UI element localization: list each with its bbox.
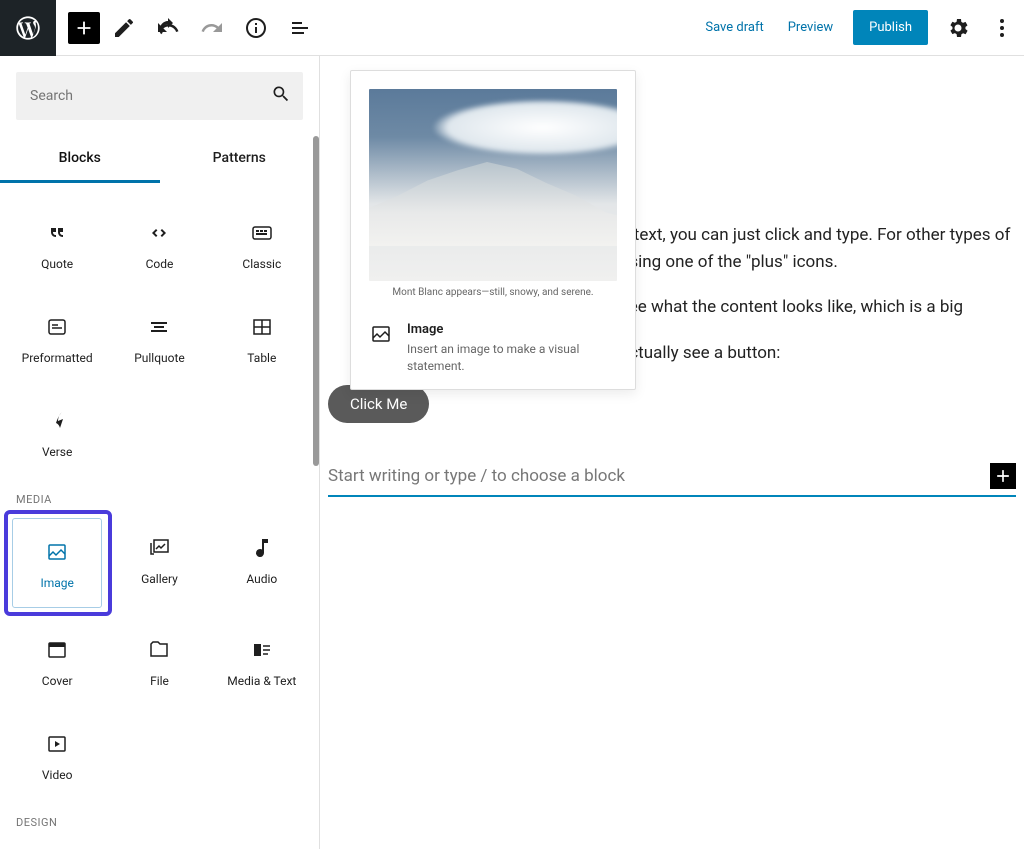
block-label: Verse: [42, 445, 72, 459]
category-design: DESIGN: [8, 800, 311, 837]
block-preformatted[interactable]: Preformatted: [8, 293, 106, 383]
file-icon: [147, 634, 171, 666]
inserter-tabs: Blocks Patterns: [0, 136, 319, 183]
block-label: File: [150, 674, 169, 688]
classic-icon: [250, 217, 274, 249]
publish-button[interactable]: Publish: [853, 10, 928, 45]
preview-button[interactable]: Preview: [776, 12, 845, 43]
block-label: Code: [146, 257, 174, 271]
block-label: Image: [40, 576, 73, 590]
verse-icon: [45, 405, 69, 437]
redo-button[interactable]: [192, 8, 232, 48]
gallery-icon: [147, 532, 171, 564]
cover-icon: [45, 634, 69, 666]
block-label: Media & Text: [227, 674, 296, 688]
video-icon: [45, 728, 69, 760]
blocks-scroll[interactable]: Quote Code Classic Preformatted Pullquot…: [0, 183, 319, 849]
search-icon: [271, 84, 291, 108]
block-label: Audio: [246, 572, 277, 586]
wordpress-logo[interactable]: [0, 0, 56, 56]
block-label: Preformatted: [22, 351, 93, 365]
editor-toolbar: Save draft Preview Publish: [0, 0, 1024, 56]
audio-icon: [250, 532, 274, 564]
edit-tool-button[interactable]: [104, 8, 144, 48]
image-icon: [45, 536, 69, 568]
block-table[interactable]: Table: [213, 293, 311, 383]
media-text-icon: [250, 634, 274, 666]
block-label: Classic: [242, 257, 281, 271]
settings-button[interactable]: [938, 8, 978, 48]
outline-button[interactable]: [280, 8, 320, 48]
preview-caption: Mont Blanc appears—still, snowy, and ser…: [369, 287, 617, 298]
preview-title: Image: [407, 322, 617, 337]
block-verse[interactable]: Verse: [8, 387, 106, 477]
paragraph-text: actually see a button:: [620, 343, 780, 363]
block-code[interactable]: Code: [110, 199, 208, 289]
category-media: MEDIA: [8, 477, 311, 514]
block-label: Video: [42, 768, 73, 782]
block-label: Table: [247, 351, 276, 365]
scrollbar[interactable]: [313, 136, 319, 849]
toggle-inserter-button[interactable]: [68, 12, 100, 44]
more-options-button[interactable]: [982, 8, 1022, 48]
quote-icon: [45, 217, 69, 249]
block-media-text[interactable]: Media & Text: [213, 616, 311, 706]
block-image[interactable]: Image: [12, 518, 102, 608]
block-pullquote[interactable]: Pullquote: [110, 293, 208, 383]
undo-button[interactable]: [148, 8, 188, 48]
inline-inserter-button[interactable]: [990, 463, 1016, 489]
save-draft-button[interactable]: Save draft: [693, 12, 775, 43]
block-label: Gallery: [141, 572, 178, 586]
paragraph-text: see what the content looks like, which i…: [620, 297, 963, 317]
block-label: Cover: [42, 674, 73, 688]
info-button[interactable]: [236, 8, 276, 48]
block-inserter-panel: Blocks Patterns Quote Code Classic: [0, 56, 320, 849]
tab-blocks[interactable]: Blocks: [0, 136, 160, 183]
block-audio[interactable]: Audio: [213, 514, 311, 604]
code-icon: [147, 217, 171, 249]
preview-image: [369, 89, 617, 281]
image-icon: [369, 322, 393, 346]
block-quote[interactable]: Quote: [8, 199, 106, 289]
block-classic[interactable]: Classic: [213, 199, 311, 289]
block-cover[interactable]: Cover: [8, 616, 106, 706]
block-gallery[interactable]: Gallery: [110, 514, 208, 604]
pullquote-icon: [147, 311, 171, 343]
block-search-input[interactable]: [16, 72, 303, 120]
empty-block-placeholder[interactable]: Start writing or type / to choose a bloc…: [328, 463, 1016, 497]
block-label: Quote: [41, 257, 73, 271]
preview-description: Insert an image to make a visual stateme…: [407, 341, 617, 375]
scrollbar-thumb[interactable]: [313, 136, 319, 466]
placeholder-text: Start writing or type / to choose a bloc…: [328, 466, 990, 486]
block-video[interactable]: Video: [8, 710, 106, 800]
demo-button[interactable]: Click Me: [328, 385, 429, 423]
block-preview-popover: Mont Blanc appears—still, snowy, and ser…: [350, 70, 636, 390]
tab-patterns[interactable]: Patterns: [160, 136, 320, 183]
block-label: Pullquote: [134, 351, 185, 365]
paragraph-text: using one of the "plus" icons.: [620, 252, 838, 272]
block-file[interactable]: File: [110, 616, 208, 706]
search-box: [16, 72, 303, 120]
table-icon: [250, 311, 274, 343]
paragraph-text: d text, you can just click and type. For…: [620, 225, 1010, 245]
preformatted-icon: [45, 311, 69, 343]
